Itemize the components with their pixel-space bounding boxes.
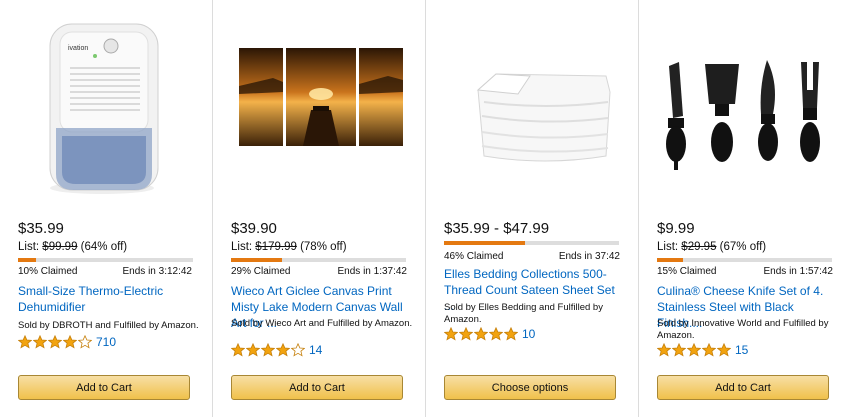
rating: 14 (231, 342, 322, 358)
list-price: $179.99 (255, 241, 297, 253)
add-to-cart-button[interactable]: Add to Cart (657, 375, 829, 400)
star-full-icon (717, 343, 731, 357)
claimed-progress-fill (444, 241, 525, 245)
review-count-link[interactable]: 14 (309, 343, 322, 357)
claimed-progress-bar (444, 241, 619, 245)
add-to-cart-button[interactable]: Add to Cart (18, 375, 190, 400)
ends-in-text: Ends in 37:42 (558, 251, 620, 262)
claimed-text: 29% Claimed (231, 266, 291, 277)
claimed-text: 15% Claimed (657, 266, 717, 277)
deal-card: $39.90 List: $179.99 (78% off) 29% Claim… (212, 0, 426, 417)
product-image[interactable] (213, 6, 426, 201)
ends-in-text: Ends in 1:57:42 (763, 266, 834, 277)
star-full-icon (63, 335, 77, 349)
star-rating[interactable] (444, 327, 518, 341)
star-full-icon (261, 343, 275, 357)
claimed-progress-fill (18, 258, 36, 262)
star-full-icon (18, 335, 32, 349)
discount: (64% off) (77, 241, 128, 253)
claimed-progress-fill (657, 258, 684, 262)
list-price: $99.99 (42, 241, 78, 253)
list-price-line: List: $29.95 (67% off) (657, 241, 767, 253)
add-to-cart-button[interactable]: Add to Cart (231, 375, 403, 400)
seller-info: Sold by Wieco Art and Fulfilled by Amazo… (231, 318, 413, 329)
claimed-progress-bar (18, 258, 193, 262)
seller-info: Sold by Innovative World and Fulfilled b… (657, 318, 829, 341)
star-full-icon (246, 343, 260, 357)
rating: 710 (18, 334, 116, 350)
deal-price: $9.99 (657, 220, 695, 237)
deal-price: $35.99 - $47.99 (444, 220, 550, 237)
rating: 15 (657, 342, 748, 358)
claimed-progress-bar (657, 258, 832, 262)
star-empty-icon (291, 343, 305, 357)
choose-options-button[interactable]: Choose options (444, 375, 616, 400)
claimed-text: 46% Claimed (444, 251, 504, 262)
product-title-link[interactable]: Small-Size Thermo-Electric Dehumidifier (18, 283, 196, 315)
star-full-icon (33, 335, 47, 349)
list-price: $29.95 (681, 241, 717, 253)
star-full-icon (489, 327, 503, 341)
star-full-icon (702, 343, 716, 357)
claimed-text: 10% Claimed (18, 266, 78, 277)
discount: (78% off) (296, 241, 347, 253)
star-full-icon (657, 343, 671, 357)
deal-price: $39.90 (231, 220, 277, 237)
star-full-icon (231, 343, 245, 357)
ends-in-text: Ends in 3:12:42 (122, 266, 193, 277)
star-full-icon (48, 335, 62, 349)
star-full-icon (276, 343, 290, 357)
ends-in-text: Ends in 1:37:42 (337, 266, 408, 277)
star-full-icon (444, 327, 458, 341)
claimed-progress-bar (231, 258, 406, 262)
review-count-link[interactable]: 15 (735, 343, 748, 357)
claimed-progress-fill (231, 258, 282, 262)
review-count-link[interactable]: 10 (522, 327, 535, 341)
product-image[interactable]: ivation (0, 6, 212, 201)
seller-info: Sold by Elles Bedding and Fulfilled by A… (444, 302, 603, 325)
star-full-icon (504, 327, 518, 341)
review-count-link[interactable]: 710 (96, 335, 116, 349)
deal-price: $35.99 (18, 220, 64, 237)
star-rating[interactable] (231, 343, 305, 357)
product-image[interactable] (426, 6, 639, 201)
deal-card: ivation $35.99 List: $99.99 (64% off) 10… (0, 0, 212, 417)
star-full-icon (672, 343, 686, 357)
brand-logo: ivation (68, 45, 88, 52)
star-full-icon (687, 343, 701, 357)
star-rating[interactable] (18, 335, 92, 349)
deal-card: $35.99 - $47.99 46% Claimed Ends in 37:4… (425, 0, 639, 417)
seller-info: Sold by DBROTH and Fulfilled by Amazon. (18, 320, 199, 331)
star-full-icon (459, 327, 473, 341)
product-image[interactable] (639, 6, 850, 201)
list-price-line: List: $99.99 (64% off) (18, 241, 128, 253)
deal-card: $9.99 List: $29.95 (67% off) 15% Claimed… (638, 0, 850, 417)
list-price-line: List: $179.99 (78% off) (231, 241, 347, 253)
star-empty-icon (78, 335, 92, 349)
rating: 10 (444, 326, 535, 342)
discount: (67% off) (716, 241, 767, 253)
star-rating[interactable] (657, 343, 731, 357)
star-full-icon (474, 327, 488, 341)
